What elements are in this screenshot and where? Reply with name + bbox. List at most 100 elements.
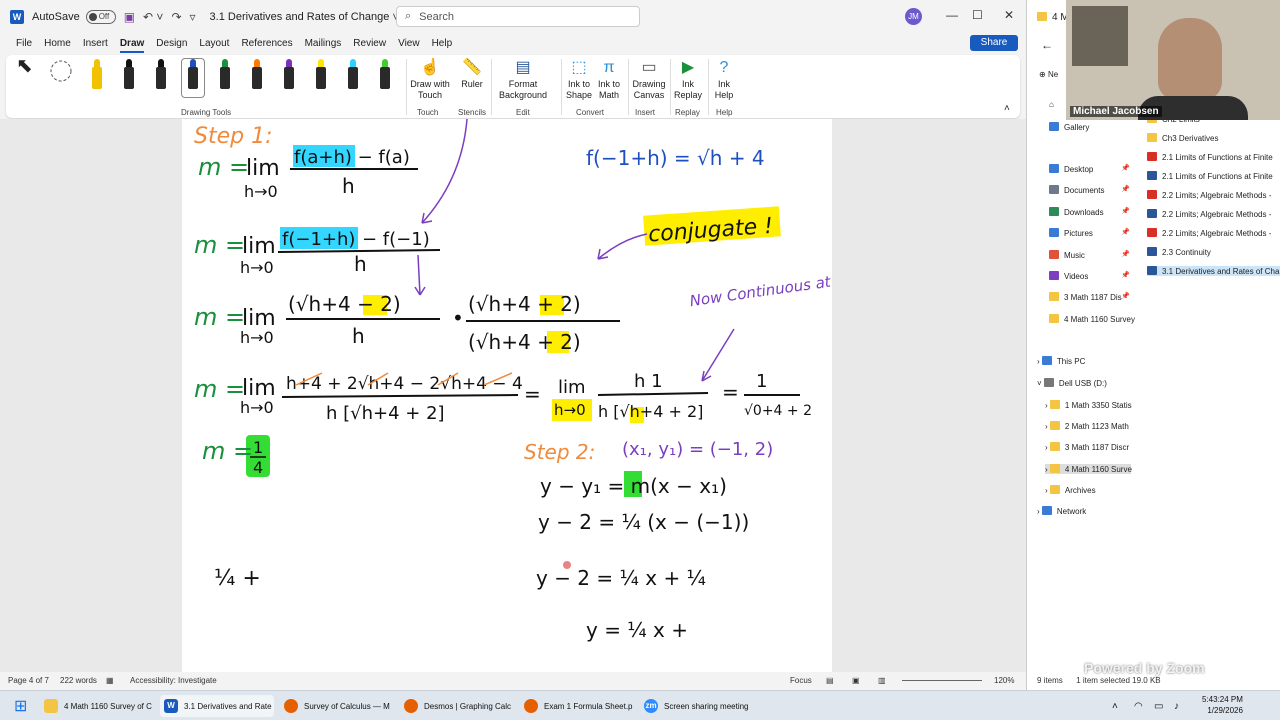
tab-review[interactable]: Review	[353, 38, 386, 49]
lasso-select-icon[interactable]	[48, 59, 74, 88]
file-item[interactable]: 2.1 Limits of Functions at Finite	[1147, 171, 1273, 181]
zoom-level[interactable]: 120%	[994, 676, 1014, 685]
print-layout-icon[interactable]: ▣	[852, 676, 860, 685]
battery-icon[interactable]: ▭	[1150, 695, 1163, 717]
drive-folder-item[interactable]: › 4 Math 1160 Surve	[1045, 463, 1132, 474]
back-arrow-icon[interactable]: ←	[1041, 38, 1053, 52]
this-pc-item[interactable]: › This PC	[1037, 356, 1085, 366]
zoom-slider[interactable]	[902, 680, 982, 681]
quick-access-item[interactable]: Documents 📌	[1049, 185, 1130, 195]
ink-replay-button[interactable]: ▶ Ink Replay	[674, 57, 702, 101]
taskbar-item-firefox-3[interactable]: Exam 1 Formula Sheet.p	[520, 695, 636, 717]
accessibility-status[interactable]: Accessibility: Investigate	[130, 676, 217, 685]
network-item[interactable]: › Network	[1037, 506, 1086, 516]
tab-home[interactable]: Home	[44, 38, 71, 49]
file-item[interactable]: 2.2 Limits; Algebraic Methods -	[1147, 190, 1271, 200]
tab-file[interactable]: File	[16, 38, 32, 49]
usb-drive-item[interactable]: ˅ Dell USB (D:)	[1037, 378, 1107, 388]
tab-mailings[interactable]: Mailings	[305, 38, 342, 49]
taskbar-item-zoom[interactable]: zm Screen sharing meeting	[640, 695, 756, 717]
drawing-canvas-button[interactable]: ▭ Drawing Canvas	[632, 57, 666, 101]
drive-folder-item[interactable]: › 1 Math 3350 Statis	[1045, 400, 1132, 410]
quick-access-item[interactable]: Downloads 📌	[1049, 206, 1130, 217]
file-item[interactable]: 2.2 Limits; Algebraic Methods -	[1147, 228, 1271, 238]
web-layout-icon[interactable]: ▥	[878, 676, 886, 685]
quick-access-item[interactable]: 3 Math 1187 Dis 📌	[1049, 292, 1130, 302]
pen-6[interactable]	[246, 59, 268, 97]
pen-10[interactable]	[374, 59, 396, 97]
taskbar-item-explorer[interactable]: 4 Math 1160 Survey of C	[40, 695, 156, 717]
tab-insert[interactable]: Insert	[83, 38, 108, 49]
ruler-button[interactable]: 📏 Ruler	[460, 57, 484, 90]
new-button[interactable]: ⊕ Ne	[1039, 70, 1058, 79]
system-clock[interactable]: 5:43:24 PM 1/29/2026	[1202, 694, 1243, 716]
collapse-ribbon-icon[interactable]: ˄	[1004, 103, 1010, 114]
taskbar-item-firefox-2[interactable]: Desmos | Graphing Calc	[400, 695, 516, 717]
wifi-icon[interactable]: ◠	[1130, 695, 1143, 717]
file-item[interactable]: 2.1 Limits of Functions at Finite	[1147, 152, 1273, 162]
drive-folder-item[interactable]: › Archives	[1045, 484, 1096, 495]
tab-design[interactable]: Design	[156, 38, 187, 49]
taskbar-label: Screen sharing meeting	[664, 701, 749, 711]
quick-access-item[interactable]: Videos 📌	[1049, 271, 1130, 281]
taskbar-label: 3.1 Derivatives and Rate	[184, 701, 272, 711]
file-item[interactable]: 3.1 Derivatives and Rates of Cha	[1147, 266, 1280, 276]
pen-1[interactable]	[86, 59, 108, 97]
minimize-icon[interactable]: —	[946, 8, 958, 22]
drive-folder-item[interactable]: › 2 Math 1123 Math	[1045, 421, 1129, 431]
customize-toolbar-icon[interactable]: ▿	[190, 10, 196, 24]
avatar[interactable]: JM	[905, 8, 922, 25]
explorer-tab-title[interactable]: 4 M	[1037, 12, 1069, 23]
document-title[interactable]: 3.1 Derivatives and Rates of Change	[210, 11, 390, 23]
read-mode-icon[interactable]: ▤	[826, 676, 834, 685]
share-button[interactable]: Share	[970, 35, 1018, 51]
ink-to-shape-button[interactable]: ⬚ Ink to Shape	[566, 57, 592, 101]
pen-3[interactable]	[150, 59, 172, 97]
home-icon[interactable]: ⌂	[1049, 100, 1054, 109]
taskbar-item-word[interactable]: W 3.1 Derivatives and Rate	[160, 695, 274, 717]
taskbar-item-firefox-1[interactable]: Survey of Calculus — M	[280, 695, 396, 717]
pen-7[interactable]	[278, 59, 300, 97]
ink-canvas[interactable]: Step 1: m = lim h→0 f(a+h) − f(a) h m = …	[182, 119, 832, 672]
tab-help[interactable]: Help	[432, 38, 453, 49]
tab-layout[interactable]: Layout	[199, 38, 229, 49]
quick-access-item[interactable]: Music 📌	[1049, 249, 1130, 260]
gallery-item[interactable]: Gallery	[1049, 122, 1089, 132]
autosave-toggle[interactable]: Off	[85, 9, 116, 24]
volume-icon[interactable]: ♪	[1170, 695, 1179, 717]
focus-button[interactable]: Focus	[790, 676, 812, 685]
pen-2[interactable]	[118, 59, 140, 97]
close-icon[interactable]: ✕	[1004, 8, 1014, 22]
redo-icon[interactable]: ↷	[171, 10, 181, 24]
tab-draw[interactable]: Draw	[119, 38, 145, 53]
pen-4[interactable]	[181, 58, 205, 98]
ink-help-button[interactable]: ? Ink Help	[712, 57, 736, 101]
tab-references[interactable]: References	[241, 38, 292, 49]
ink-to-math-button[interactable]: π Ink to Math	[596, 57, 622, 101]
draw-with-touch-button[interactable]: ☝ Draw with Touch	[408, 57, 452, 101]
tray-chevron-icon[interactable]: ˄	[1108, 695, 1118, 717]
quick-access-item[interactable]: Pictures 📌	[1049, 228, 1130, 238]
file-item[interactable]: 2.2 Limits; Algebraic Methods -	[1147, 209, 1271, 219]
document-page[interactable]: Step 1: m = lim h→0 f(a+h) − f(a) h m = …	[182, 119, 832, 672]
undo-icon[interactable]: ↶ ˅	[143, 10, 163, 24]
file-item[interactable]: Ch3 Derivatives	[1147, 133, 1218, 143]
quick-access-item[interactable]: Desktop 📌	[1049, 164, 1130, 174]
drive-folder-item[interactable]: › 3 Math 1187 Discr	[1045, 442, 1129, 452]
quick-access-item[interactable]: 4 Math 1160 Survey	[1049, 313, 1135, 324]
pen-9[interactable]	[342, 59, 364, 97]
pen-8[interactable]	[310, 59, 332, 97]
maximize-icon[interactable]: ☐	[972, 8, 983, 22]
format-background-button[interactable]: ▤ Format Background	[496, 57, 550, 101]
select-pointer-icon[interactable]: ⬉	[16, 56, 33, 76]
tab-view[interactable]: View	[398, 38, 420, 49]
start-button[interactable]: ⊞	[10, 695, 27, 717]
proofing-icon[interactable]: ▦	[106, 676, 114, 685]
document-area[interactable]: Step 1: m = lim h→0 f(a+h) − f(a) h m = …	[0, 119, 1026, 672]
search-input[interactable]: ⌕ Search	[396, 6, 640, 27]
page-count[interactable]: Page 4 of 7	[8, 676, 49, 685]
file-item[interactable]: 2.3 Continuity	[1147, 247, 1211, 257]
pen-5[interactable]	[214, 59, 236, 97]
save-icon[interactable]: ▣	[124, 10, 135, 24]
word-count[interactable]: 222 words	[60, 676, 97, 685]
